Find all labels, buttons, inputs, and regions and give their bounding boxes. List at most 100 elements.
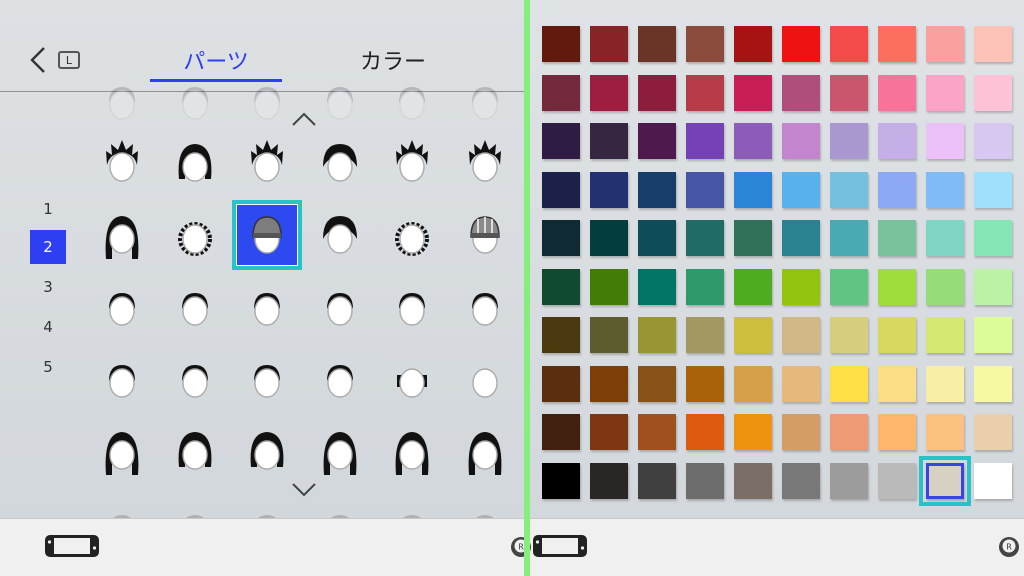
hair-bowl-option[interactable] [305, 128, 375, 198]
page-button-1[interactable]: 1 [30, 192, 66, 226]
color-swatch[interactable] [542, 123, 580, 159]
color-swatch[interactable] [830, 26, 868, 62]
color-swatch[interactable] [638, 74, 676, 111]
back-button[interactable]: L [26, 44, 82, 76]
color-swatch[interactable] [590, 414, 628, 450]
color-swatch[interactable] [782, 268, 820, 305]
color-swatch[interactable] [638, 123, 676, 159]
color-swatch[interactable] [974, 220, 1012, 256]
hair-pigtails-option[interactable] [160, 416, 230, 486]
color-swatch[interactable] [830, 220, 868, 256]
hair-bob-short-option[interactable] [160, 128, 230, 198]
color-swatch[interactable] [542, 317, 580, 353]
hair-sides-only-option[interactable] [377, 344, 447, 414]
color-swatch[interactable] [590, 317, 628, 353]
hair-bob-round-option[interactable] [232, 416, 302, 486]
hair-buzz-8-option[interactable] [160, 344, 230, 414]
color-swatch[interactable] [734, 317, 772, 353]
page-button-5[interactable]: 5 [30, 350, 66, 384]
color-swatch[interactable] [542, 171, 580, 208]
page-button-3[interactable]: 3 [30, 270, 66, 304]
color-swatch[interactable] [542, 462, 580, 499]
color-swatch[interactable] [830, 462, 868, 499]
color-swatch[interactable] [686, 268, 724, 305]
color-swatch[interactable] [782, 123, 820, 159]
color-swatch[interactable] [782, 26, 820, 62]
color-swatch[interactable] [686, 26, 724, 62]
color-swatch[interactable] [919, 455, 971, 506]
color-swatch[interactable] [638, 414, 676, 450]
color-swatch[interactable] [878, 462, 916, 499]
color-swatch[interactable] [830, 171, 868, 208]
hair-mushroom-option[interactable] [305, 200, 375, 270]
color-swatch[interactable] [782, 220, 820, 256]
color-swatch[interactable] [974, 268, 1012, 305]
color-swatch[interactable] [782, 171, 820, 208]
hair-buzz-4-option[interactable] [305, 272, 375, 342]
hair-spiky-messy-option[interactable] [450, 128, 520, 198]
hair-spiky-wide-option[interactable] [377, 128, 447, 198]
color-swatch[interactable] [974, 365, 1012, 402]
color-swatch[interactable] [686, 462, 724, 499]
color-swatch[interactable] [830, 74, 868, 111]
hair-buzz-5-option[interactable] [377, 272, 447, 342]
hair-buzz-7-option[interactable] [87, 344, 157, 414]
color-swatch[interactable] [782, 74, 820, 111]
color-swatch[interactable] [638, 268, 676, 305]
color-swatch[interactable] [686, 220, 724, 256]
hair-buzz-6-option[interactable] [450, 272, 520, 342]
color-swatch[interactable] [542, 74, 580, 111]
color-swatch[interactable] [830, 268, 868, 305]
color-swatch[interactable] [974, 317, 1012, 353]
color-swatch[interactable] [878, 123, 916, 159]
color-swatch[interactable] [926, 317, 964, 353]
color-swatch[interactable] [974, 171, 1012, 208]
color-swatch[interactable] [830, 365, 868, 402]
color-swatch[interactable] [734, 268, 772, 305]
color-swatch[interactable] [638, 317, 676, 353]
color-swatch[interactable] [542, 26, 580, 62]
color-swatch[interactable] [734, 171, 772, 208]
color-swatch[interactable] [974, 74, 1012, 111]
color-swatch[interactable] [734, 123, 772, 159]
color-swatch[interactable] [926, 123, 964, 159]
color-swatch[interactable] [926, 365, 964, 402]
color-swatch[interactable] [830, 123, 868, 159]
color-swatch[interactable] [734, 220, 772, 256]
color-swatch[interactable] [830, 317, 868, 353]
color-swatch[interactable] [782, 462, 820, 499]
color-swatch[interactable] [542, 220, 580, 256]
color-swatch[interactable] [734, 365, 772, 402]
color-swatch[interactable] [590, 268, 628, 305]
hair-buzz-2-option[interactable] [160, 272, 230, 342]
color-swatch[interactable] [830, 414, 868, 450]
hair-long-straight-option[interactable] [305, 416, 375, 486]
color-swatch[interactable] [734, 74, 772, 111]
color-swatch[interactable] [542, 365, 580, 402]
color-swatch[interactable] [878, 317, 916, 353]
color-swatch[interactable] [590, 462, 628, 499]
hair-curly-short-option[interactable] [160, 200, 230, 270]
hair-beanie-striped-option[interactable] [450, 200, 520, 270]
color-swatch[interactable] [686, 171, 724, 208]
color-swatch[interactable] [974, 462, 1012, 499]
color-swatch[interactable] [590, 220, 628, 256]
color-swatch[interactable] [590, 365, 628, 402]
color-swatch[interactable] [542, 268, 580, 305]
color-swatch[interactable] [686, 365, 724, 402]
hair-long-bangs-option[interactable] [450, 416, 520, 486]
color-swatch[interactable] [974, 26, 1012, 62]
color-swatch[interactable] [686, 414, 724, 450]
color-swatch[interactable] [686, 317, 724, 353]
color-swatch[interactable] [878, 74, 916, 111]
color-swatch[interactable] [926, 26, 964, 62]
hair-bob-long-option[interactable] [87, 416, 157, 486]
color-swatch[interactable] [734, 26, 772, 62]
color-swatch[interactable] [782, 365, 820, 402]
hair-buzz-9-option[interactable] [232, 344, 302, 414]
color-swatch[interactable] [878, 171, 916, 208]
color-swatch[interactable] [926, 171, 964, 208]
hair-buzz-1-option[interactable] [87, 272, 157, 342]
hair-buzz-3-option[interactable] [232, 272, 302, 342]
hair-spiky-short-option[interactable] [87, 128, 157, 198]
